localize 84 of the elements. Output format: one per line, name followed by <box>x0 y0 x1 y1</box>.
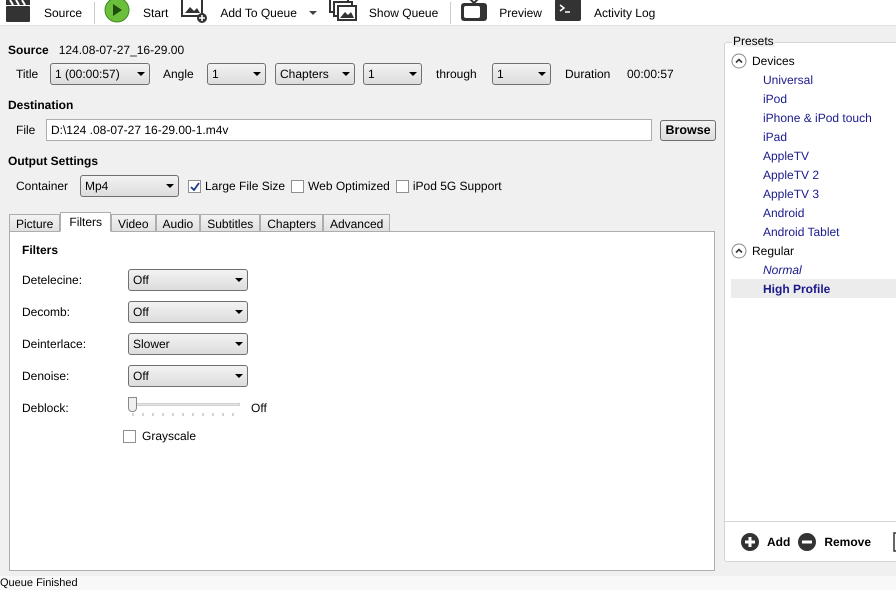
chapter-end-dropdown[interactable]: 1 <box>492 63 551 85</box>
preset-group[interactable]: Devices <box>731 51 896 70</box>
plus-icon <box>741 532 759 550</box>
label: Angle <box>163 66 195 83</box>
slider-thumb[interactable] <box>128 397 137 412</box>
tab[interactable]: Advanced <box>322 214 390 231</box>
angle-dropdown[interactable]: 1 <box>207 63 266 85</box>
toolbar-button[interactable]: Show Queue <box>324 0 446 25</box>
dropdown-arrow-icon <box>166 184 174 188</box>
dropdown-arrow-icon <box>538 72 546 76</box>
preset-item[interactable]: Universal <box>731 70 896 89</box>
minus-icon <box>798 532 816 550</box>
dropdown-arrow-icon <box>235 342 243 346</box>
dropdown-arrow-icon <box>137 72 145 76</box>
toolbar-button[interactable]: Activity Log <box>550 0 664 25</box>
preset-item[interactable]: AppleTV 2 <box>731 165 896 184</box>
preset-item[interactable]: iPhone & iPod touch <box>731 108 896 127</box>
label: Destination <box>7 97 74 114</box>
label: Title <box>16 66 40 83</box>
toolbar-button[interactable]: Source <box>0 0 90 25</box>
checkbox[interactable] <box>396 180 409 192</box>
dropdown-arrow-icon <box>409 72 417 76</box>
play-icon <box>103 0 132 22</box>
dropdown-arrow-icon <box>235 374 243 378</box>
browse-button[interactable]: Browse <box>660 120 716 140</box>
label: Duration <box>565 66 612 83</box>
label: Deblock: <box>22 400 70 417</box>
label: Filters <box>22 242 60 259</box>
tab[interactable]: Picture <box>9 214 60 231</box>
file-path-field[interactable]: D:\124 .08-07-27 16-29.00-1.m4v <box>46 119 652 141</box>
filter-dropdown[interactable]: Slower <box>128 333 248 355</box>
tab[interactable]: Subtitles <box>200 214 260 231</box>
label: Output Settings <box>7 153 98 170</box>
title-dropdown[interactable]: 1 (00:00:57) <box>50 63 150 85</box>
label: Source <box>8 42 49 59</box>
label: 124.08-07-27_16-29.00 <box>58 42 184 59</box>
tab[interactable]: Video <box>111 214 156 231</box>
label: Decomb: <box>22 304 72 321</box>
checkbox[interactable] <box>291 180 304 192</box>
toolbar-button[interactable]: Add To Queue <box>176 0 325 25</box>
label: Grayscale <box>142 428 196 445</box>
chapter-start-dropdown[interactable]: 1 <box>363 63 422 85</box>
dropdown-arrow-icon <box>235 278 243 282</box>
preset-item[interactable]: Normal <box>731 260 896 279</box>
toolbar-button[interactable]: Preview <box>455 0 550 25</box>
container-dropdown[interactable]: Mp4 <box>80 175 179 197</box>
dropdown-arrow-icon <box>342 72 350 76</box>
preset-item[interactable]: iPad <box>731 127 896 146</box>
filter-dropdown[interactable]: Off <box>128 269 248 291</box>
tab[interactable]: Chapters <box>260 214 323 231</box>
remove-preset-button[interactable]: Remove <box>798 532 872 550</box>
tab[interactable]: Audio <box>156 214 200 231</box>
filter-dropdown[interactable]: Off <box>128 365 248 387</box>
toolbar-button[interactable]: Start <box>99 0 176 25</box>
preset-item[interactable]: AppleTV <box>731 146 896 165</box>
checkbox[interactable] <box>188 180 201 192</box>
dropdown-arrow-icon <box>235 310 243 314</box>
slider[interactable] <box>128 397 240 419</box>
label: iPod 5G Support <box>412 178 502 195</box>
add-preset-button[interactable]: Add <box>741 532 790 550</box>
label: through <box>436 66 478 83</box>
preset-item[interactable]: AppleTV 3 <box>731 184 896 203</box>
label: Queue Finished <box>0 578 78 588</box>
label: 00:00:57 <box>627 66 674 83</box>
label: Detelecine: <box>22 272 84 289</box>
tab[interactable]: Filters <box>60 212 112 232</box>
checkbox[interactable] <box>123 430 136 442</box>
label: Presets <box>732 35 775 47</box>
dropdown-arrow-icon <box>253 72 261 76</box>
preset-item[interactable]: iPod <box>731 89 896 108</box>
label: File <box>16 122 36 139</box>
preset-group[interactable]: Regular <box>731 241 896 260</box>
preset-item[interactable]: Android <box>731 203 896 222</box>
label: Web Optimized <box>308 178 390 195</box>
preset-item[interactable]: Android Tablet <box>731 222 896 241</box>
checkmark-icon <box>190 182 200 190</box>
label: Container <box>16 178 70 195</box>
label: Off <box>251 400 267 417</box>
label: Denoise: <box>22 368 70 385</box>
label: Large File Size <box>205 178 286 195</box>
label: Deinterlace: <box>22 336 88 353</box>
filter-dropdown[interactable]: Off <box>128 301 248 323</box>
range-mode-dropdown[interactable]: Chapters <box>275 63 355 85</box>
preset-item[interactable]: High Profile <box>731 279 896 298</box>
